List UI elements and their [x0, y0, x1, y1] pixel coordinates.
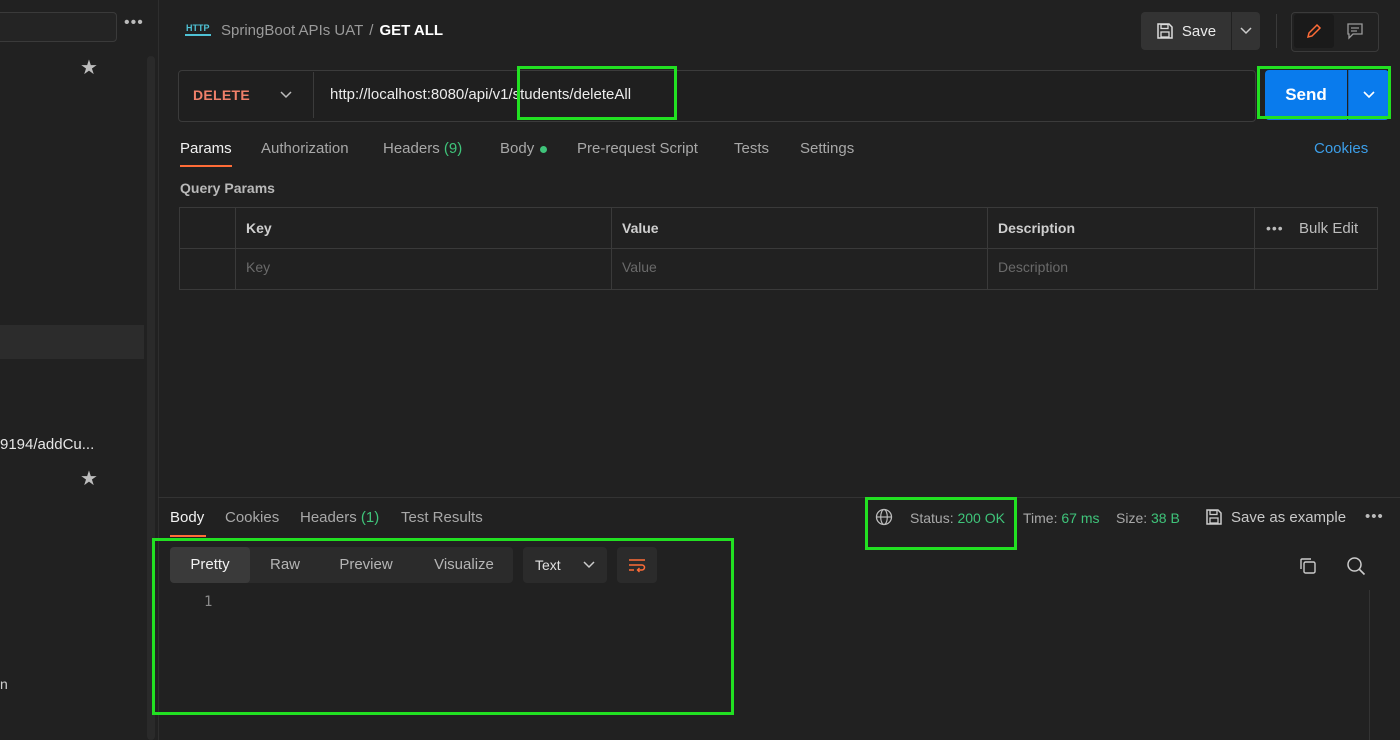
sidebar-more-icon[interactable]: ••• — [124, 14, 144, 32]
chevron-down-icon[interactable] — [280, 86, 292, 102]
time-value: 67 ms — [1061, 510, 1100, 526]
highlight-send-button — [1257, 66, 1391, 119]
response-tab-cookies[interactable]: Cookies — [225, 509, 279, 526]
comment-icon — [1347, 23, 1363, 40]
sidebar-item-label[interactable]: 9194/addCu... — [0, 436, 94, 453]
tab-headers[interactable]: Headers (9) — [383, 140, 462, 157]
response-tab-headers-label: Headers — [300, 509, 357, 526]
response-tab-test-results[interactable]: Test Results — [401, 509, 483, 526]
star-icon[interactable]: ★ — [80, 466, 98, 491]
search-icon[interactable] — [1346, 556, 1366, 579]
pencil-icon — [1306, 23, 1322, 39]
save-button[interactable]: Save — [1141, 12, 1231, 50]
method-select[interactable]: DELETE — [193, 87, 250, 103]
response-scrollbar[interactable] — [1369, 590, 1370, 740]
sidebar-item-label[interactable]: n — [0, 676, 8, 692]
save-icon — [1206, 509, 1222, 525]
table-divider — [180, 248, 1377, 249]
column-header-description: Description — [998, 220, 1076, 236]
tab-authorization[interactable]: Authorization — [261, 140, 349, 157]
description-input[interactable]: Description — [998, 259, 1068, 275]
tab-headers-count: (9) — [443, 140, 463, 157]
save-as-example-button[interactable]: Save as example — [1205, 508, 1346, 526]
highlight-status — [865, 497, 1017, 550]
active-tab-indicator — [180, 165, 232, 167]
save-label: Save — [1181, 22, 1217, 40]
star-icon[interactable]: ★ — [80, 55, 98, 80]
breadcrumb-collection[interactable]: SpringBoot APIs UAT — [221, 22, 363, 39]
tab-settings[interactable]: Settings — [800, 140, 854, 157]
comments-button[interactable] — [1336, 14, 1374, 48]
response-tab-headers[interactable]: Headers (1) — [300, 509, 379, 526]
size-label: Size: — [1116, 510, 1148, 526]
url-input[interactable]: http://localhost:8080/api/v1/students/de… — [330, 86, 1230, 103]
sidebar: ••• ★ 9194/addCu... ★ n — [0, 0, 159, 740]
tab-tests[interactable]: Tests — [734, 140, 769, 157]
key-input[interactable]: Key — [246, 259, 270, 275]
save-as-example-label: Save as example — [1231, 508, 1347, 526]
query-params-title: Query Params — [180, 180, 275, 196]
http-request-icon: HTTP — [185, 22, 211, 36]
response-tab-headers-count: (1) — [360, 509, 380, 526]
response-time[interactable]: Time: 67 ms — [1023, 510, 1100, 526]
more-options-icon[interactable]: ••• — [1365, 508, 1384, 525]
more-options-icon[interactable]: ••• — [1266, 220, 1284, 236]
active-tab-indicator — [170, 535, 206, 537]
response-divider[interactable] — [158, 497, 1400, 498]
tab-body[interactable]: Body — [500, 140, 548, 157]
column-header-value: Value — [622, 220, 659, 236]
tab-body-label: Body — [500, 140, 535, 157]
breadcrumb: SpringBoot APIs UAT / GET ALL — [221, 22, 443, 39]
save-icon — [1157, 23, 1173, 39]
sidebar-search-input[interactable] — [0, 12, 117, 42]
cookies-link[interactable]: Cookies — [1314, 140, 1368, 157]
edit-mode-button[interactable] — [1294, 14, 1334, 48]
body-indicator-dot — [540, 145, 548, 153]
breadcrumb-separator: / — [369, 22, 374, 39]
column-header-key: Key — [246, 220, 272, 236]
url-divider — [313, 72, 314, 118]
response-tab-body[interactable]: Body — [170, 509, 204, 526]
response-size[interactable]: Size: 38 B — [1116, 510, 1180, 526]
bulk-edit-button[interactable]: Bulk Edit — [1299, 220, 1358, 237]
sidebar-item-selected[interactable] — [0, 325, 144, 359]
time-label: Time: — [1023, 510, 1058, 526]
size-value: 38 B — [1151, 510, 1180, 526]
save-dropdown-button[interactable] — [1232, 12, 1260, 50]
chevron-down-icon — [1240, 27, 1252, 35]
request-name[interactable]: GET ALL — [379, 22, 443, 39]
tab-params[interactable]: Params — [180, 140, 232, 157]
query-params-table: Key Value Description ••• Bulk Edit Key … — [179, 207, 1378, 290]
copy-icon[interactable] — [1298, 556, 1318, 579]
highlight-response-body — [152, 538, 734, 715]
tab-headers-label: Headers — [383, 140, 440, 157]
header-divider — [1276, 14, 1277, 48]
value-input[interactable]: Value — [622, 259, 657, 275]
highlight-url-path — [517, 66, 677, 120]
tab-pre-request-script[interactable]: Pre-request Script — [577, 140, 698, 157]
